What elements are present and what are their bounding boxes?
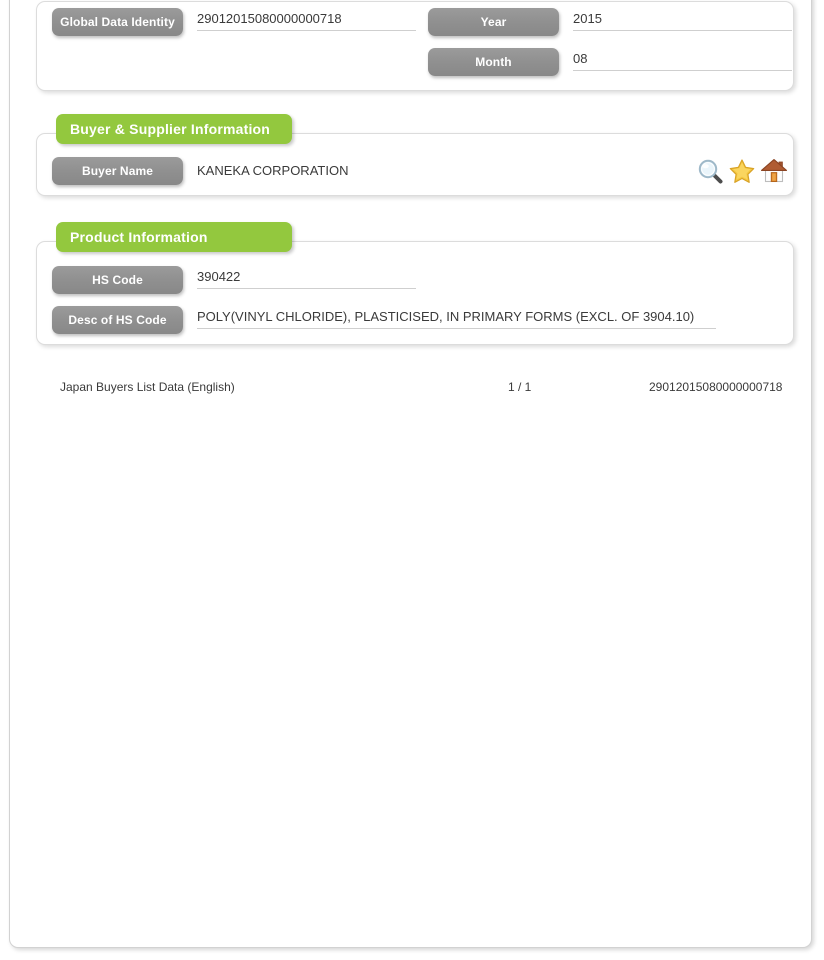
value-month[interactable]: 08: [573, 51, 792, 71]
home-icon[interactable]: [758, 155, 790, 187]
label-month: Month: [428, 48, 559, 76]
label-global-data-identity: Global Data Identity: [52, 8, 183, 36]
footer-record-id: 29012015080000000718: [649, 380, 783, 394]
label-buyer-name: Buyer Name: [52, 157, 183, 185]
section-header-buyer-supplier: Buyer & Supplier Information: [56, 114, 292, 144]
value-year[interactable]: 2015: [573, 11, 792, 31]
value-hs-code[interactable]: 390422: [197, 269, 416, 289]
label-year: Year: [428, 8, 559, 36]
footer-page-number: 1 / 1: [508, 380, 532, 394]
value-buyer-name[interactable]: KANEKA CORPORATION: [197, 163, 627, 178]
page-panel: Global Data Identity 2901201508000000071…: [9, 0, 812, 948]
search-icon[interactable]: [694, 155, 726, 187]
footer-dataset-title: Japan Buyers List Data (English): [60, 380, 235, 394]
value-global-data-identity[interactable]: 29012015080000000718: [197, 11, 416, 31]
label-hs-code: HS Code: [52, 266, 183, 294]
favorite-icon[interactable]: [726, 155, 758, 187]
label-desc-of-hs-code: Desc of HS Code: [52, 306, 183, 334]
value-desc-of-hs-code[interactable]: POLY(VINYL CHLORIDE), PLASTICISED, IN PR…: [197, 309, 716, 329]
section-header-product-information: Product Information: [56, 222, 292, 252]
buyer-action-icons: [694, 155, 794, 187]
